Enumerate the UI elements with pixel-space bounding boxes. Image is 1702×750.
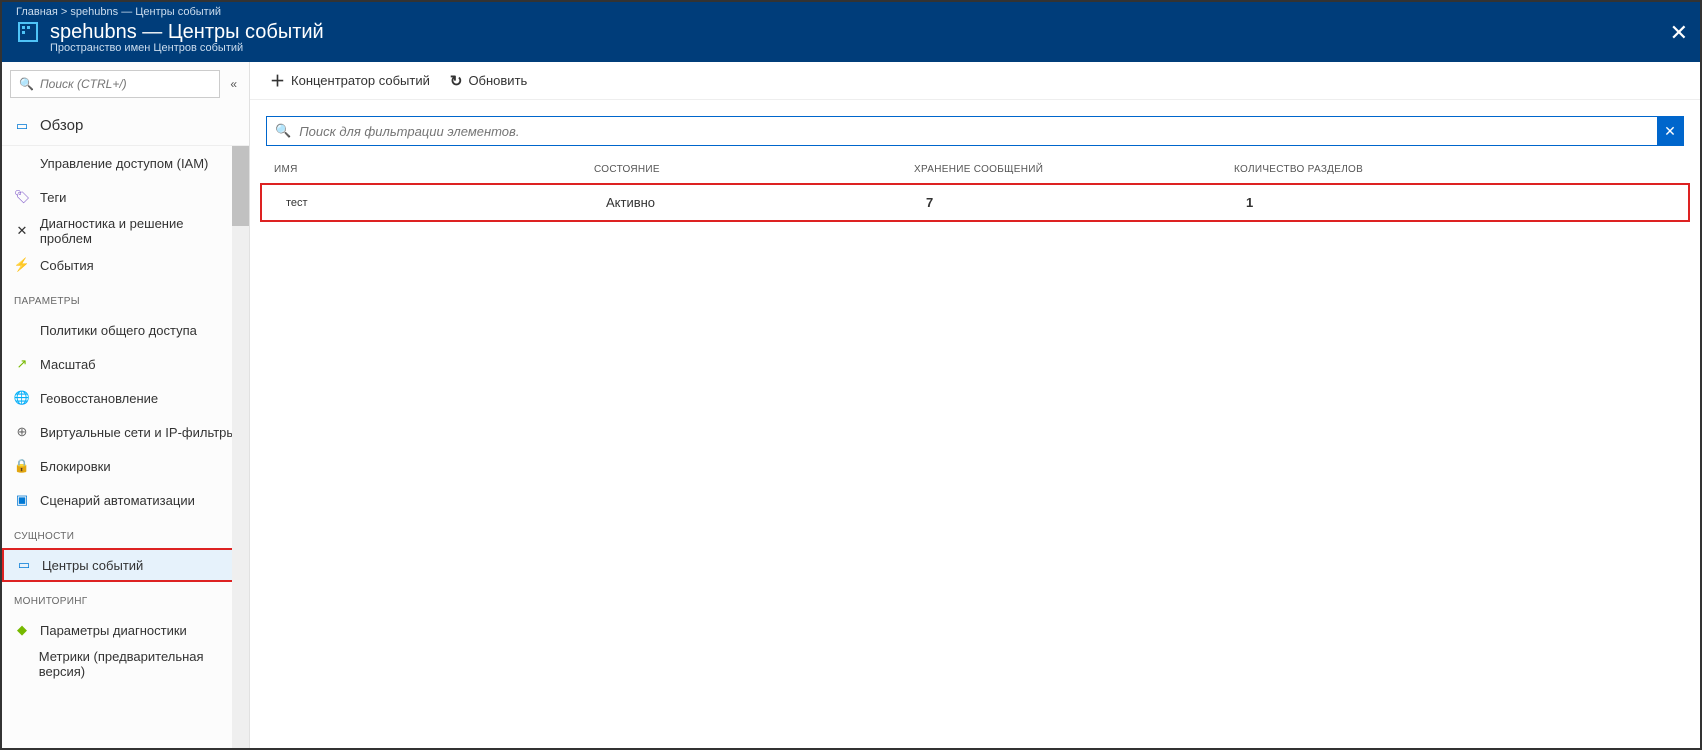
main-content: ＋ Концентратор событий ↻ Обновить 🔍 ✕ ИМ… bbox=[250, 62, 1700, 748]
sidebar-item-access-policies[interactable]: Политики общего доступа bbox=[2, 313, 249, 347]
sidebar-item-vnet[interactable]: ⊕ Виртуальные сети и IP-фильтры bbox=[2, 415, 249, 449]
col-header-partitions[interactable]: КОЛИЧЕСТВО РАЗДЕЛОВ bbox=[1234, 164, 1676, 175]
page-subtitle: Пространство имен Центров событий bbox=[2, 42, 1700, 54]
table-header-row: ИМЯ СОСТОЯНИЕ ХРАНЕНИЕ СООБЩЕНИЙ КОЛИЧЕС… bbox=[250, 154, 1700, 183]
sidebar-item-label: Геовосстановление bbox=[40, 391, 158, 406]
diagnostics-icon: ◆ bbox=[14, 622, 30, 638]
col-header-state[interactable]: СОСТОЯНИЕ bbox=[594, 164, 914, 175]
cell-name: тест bbox=[286, 197, 606, 209]
key-icon bbox=[14, 322, 30, 338]
cell-retention: 7 bbox=[926, 195, 1246, 210]
col-header-retention[interactable]: ХРАНЕНИЕ СООБЩЕНИЙ bbox=[914, 164, 1234, 175]
lock-icon: 🔒 bbox=[14, 458, 30, 474]
scale-icon: ↗ bbox=[14, 356, 30, 372]
sidebar-item-geo[interactable]: 🌐 Геовосстановление bbox=[2, 381, 249, 415]
script-icon: ▣ bbox=[14, 492, 30, 508]
page-title: spehubns — Центры событий bbox=[50, 21, 324, 44]
sidebar-item-eventhubs[interactable]: ▭ Центры событий bbox=[2, 548, 249, 582]
sidebar-item-diag-settings[interactable]: ◆ Параметры диагностики bbox=[2, 613, 249, 647]
cell-partitions: 1 bbox=[1246, 195, 1664, 210]
sidebar-item-metrics[interactable]: Метрики (предварительная версия) bbox=[2, 647, 249, 681]
sidebar-item-label: Виртуальные сети и IP-фильтры bbox=[40, 425, 236, 440]
sidebar-scrollbar-thumb[interactable] bbox=[232, 146, 249, 226]
filter-search[interactable]: 🔍 ✕ bbox=[266, 116, 1684, 146]
wrench-icon: ✕ bbox=[14, 223, 30, 239]
sidebar-item-label: Блокировки bbox=[40, 459, 111, 474]
sidebar-item-iam[interactable]: Управление доступом (IAM) bbox=[2, 146, 249, 180]
sidebar-item-label: Управление доступом (IAM) bbox=[40, 156, 208, 171]
metrics-icon bbox=[14, 656, 29, 672]
sidebar-scrollbar-track bbox=[232, 146, 249, 748]
search-icon: 🔍 bbox=[19, 77, 34, 91]
sidebar-item-label: Политики общего доступа bbox=[40, 323, 197, 338]
sidebar-item-diagnose[interactable]: ✕ Диагностика и решение проблем bbox=[2, 214, 249, 248]
sidebar: 🔍 « ▭ Обзор Управление доступом (IAM) 🏷 … bbox=[2, 62, 250, 748]
sidebar-item-automation[interactable]: ▣ Сценарий автоматизации bbox=[2, 483, 249, 517]
refresh-button[interactable]: ↻ Обновить bbox=[442, 66, 535, 96]
sidebar-item-label: Сценарий автоматизации bbox=[40, 493, 195, 508]
table-row[interactable]: тест Активно 7 1 bbox=[260, 183, 1690, 222]
sidebar-section-params: ПАРАМЕТРЫ bbox=[2, 282, 249, 313]
add-eventhub-button[interactable]: ＋ Концентратор событий bbox=[262, 64, 438, 97]
eventhub-namespace-icon bbox=[16, 20, 40, 44]
sidebar-item-label: Масштаб bbox=[40, 357, 96, 372]
overview-icon: ▭ bbox=[14, 118, 30, 134]
sidebar-item-label: Метрики (предварительная версия) bbox=[39, 649, 237, 679]
network-icon: ⊕ bbox=[14, 424, 30, 440]
iam-icon bbox=[14, 155, 30, 171]
breadcrumb[interactable]: Главная > spehubns — Центры событий bbox=[2, 2, 1700, 18]
toolbar-refresh-label: Обновить bbox=[468, 73, 527, 88]
plus-icon: ＋ bbox=[270, 70, 285, 91]
sidebar-item-locks[interactable]: 🔒 Блокировки bbox=[2, 449, 249, 483]
sidebar-item-scale[interactable]: ↗ Масштаб bbox=[2, 347, 249, 381]
sidebar-section-entities: СУЩНОСТИ bbox=[2, 517, 249, 548]
sidebar-item-label: Центры событий bbox=[42, 558, 143, 573]
breadcrumb-section[interactable]: Центры событий bbox=[135, 6, 221, 18]
filter-input[interactable] bbox=[299, 124, 1657, 139]
refresh-icon: ↻ bbox=[450, 72, 463, 90]
tag-icon: 🏷 bbox=[14, 189, 30, 205]
toolbar-add-label: Концентратор событий bbox=[291, 73, 430, 88]
sidebar-search[interactable]: 🔍 bbox=[10, 70, 220, 98]
sidebar-item-label: События bbox=[40, 258, 94, 273]
cell-state: Активно bbox=[606, 195, 926, 210]
close-button[interactable]: ✕ bbox=[1670, 20, 1688, 46]
collapse-sidebar-button[interactable]: « bbox=[226, 73, 241, 95]
toolbar: ＋ Концентратор событий ↻ Обновить bbox=[250, 62, 1700, 100]
sidebar-item-label: Параметры диагностики bbox=[40, 623, 187, 638]
sidebar-item-label: Диагностика и решение проблем bbox=[40, 216, 237, 246]
clear-filter-button[interactable]: ✕ bbox=[1657, 116, 1683, 146]
search-icon: 🔍 bbox=[267, 123, 299, 139]
col-header-name[interactable]: ИМЯ bbox=[274, 164, 594, 175]
breadcrumb-home[interactable]: Главная bbox=[16, 6, 58, 18]
breadcrumb-ns[interactable]: spehubns bbox=[70, 6, 118, 18]
sidebar-item-label: Обзор bbox=[40, 117, 83, 134]
lightning-icon: ⚡ bbox=[14, 257, 30, 273]
sidebar-section-monitoring: МОНИТОРИНГ bbox=[2, 582, 249, 613]
header-bar: Главная > spehubns — Центры событий speh… bbox=[2, 2, 1700, 62]
sidebar-item-overview[interactable]: ▭ Обзор bbox=[2, 106, 249, 146]
sidebar-item-label: Теги bbox=[40, 190, 66, 205]
sidebar-search-input[interactable] bbox=[40, 77, 211, 91]
sidebar-item-tags[interactable]: 🏷 Теги bbox=[2, 180, 249, 214]
eventhub-icon: ▭ bbox=[16, 557, 32, 573]
globe-icon: 🌐 bbox=[14, 390, 30, 406]
sidebar-item-events[interactable]: ⚡ События bbox=[2, 248, 249, 282]
